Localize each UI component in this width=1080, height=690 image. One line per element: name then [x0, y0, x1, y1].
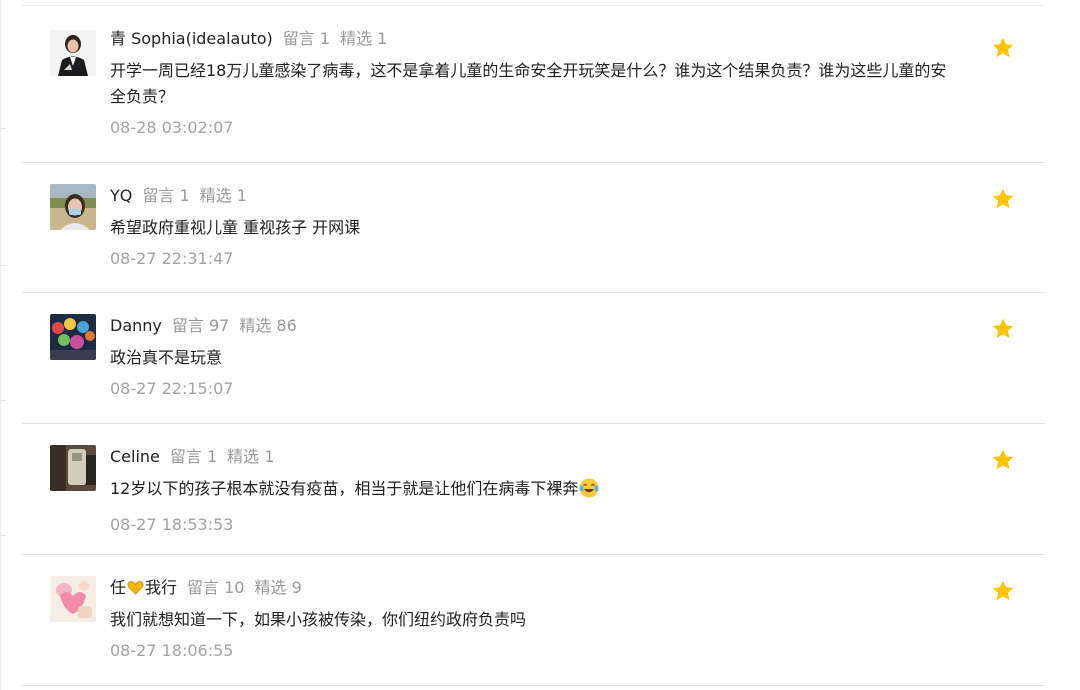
left-tick — [0, 265, 6, 266]
avatar[interactable] — [50, 576, 96, 622]
comment-item: YQ 留言 1 精选 1 希望政府重视儿童 重视孩子 开网课 08-27 22:31… — [22, 163, 1045, 292]
nickname[interactable]: 任我行 — [110, 578, 177, 597]
featured-count: 精选 1 — [227, 447, 275, 466]
comment-body: Celine 留言 1 精选 1 12岁以下的孩子根本就没有疫苗，相当于就是让他们在… — [110, 444, 955, 538]
comment-item: Danny 留言 97 精选 86 政治真不是玩意 08-27 22:15:07 — [22, 293, 1045, 423]
comment-meta: YQ 留言 1 精选 1 — [110, 183, 955, 209]
comment-body: Danny 留言 97 精选 86 政治真不是玩意 08-27 22:15:07 — [110, 313, 955, 402]
reply-count: 留言 1 — [142, 186, 190, 205]
reply-count: 留言 1 — [282, 29, 331, 48]
nickname-part: 任 — [110, 578, 127, 597]
nickname[interactable]: Danny — [110, 316, 162, 335]
comment-meta: Celine 留言 1 精选 1 — [110, 444, 955, 470]
featured-count: 精选 9 — [254, 578, 302, 597]
reply-count: 留言 10 — [187, 578, 245, 597]
comment-item: 任我行 留言 10 精选 9 我们就想知道一下，如果小孩被传染，你们纽约政府负责吗 … — [22, 555, 1045, 685]
comment-time: 08-27 22:15:07 — [110, 379, 234, 398]
comment-content: 我们就想知道一下，如果小孩被传染，你们纽约政府负责吗 — [110, 610, 527, 629]
featured-count: 精选 86 — [239, 316, 297, 335]
nickname[interactable]: 青 Sophia(idealauto) — [110, 29, 273, 48]
comments-page: 青 Sophia(idealauto) 留言 1 精选 1 开学一周已经18万儿童感… — [0, 0, 1080, 690]
reply-count: 留言 1 — [169, 447, 218, 466]
comment-body: 任我行 留言 10 精选 9 我们就想知道一下，如果小孩被传染，你们纽约政府负责吗 … — [110, 575, 955, 664]
avatar[interactable] — [50, 30, 96, 76]
comment-meta: 任我行 留言 10 精选 9 — [110, 575, 955, 601]
comment-time: 08-27 18:53:53 — [110, 515, 234, 534]
left-tick — [0, 128, 6, 129]
left-border — [0, 0, 1, 690]
left-tick — [0, 400, 6, 401]
comment-item: 青 Sophia(idealauto) 留言 1 精选 1 开学一周已经18万儿童感… — [22, 6, 1045, 162]
avatar[interactable] — [50, 445, 96, 491]
comment-text: 12岁以下的孩子根本就没有疫苗，相当于就是让他们在病毒下裸奔 — [110, 479, 579, 498]
star-icon[interactable] — [991, 187, 1015, 211]
comment-meta: 青 Sophia(idealauto) 留言 1 精选 1 — [110, 26, 955, 52]
divider — [22, 685, 1045, 686]
star-icon[interactable] — [991, 317, 1015, 341]
comment-content: 希望政府重视儿童 重视孩子 开网课 — [110, 218, 361, 237]
featured-count: 精选 1 — [199, 186, 247, 205]
comment-item: Celine 留言 1 精选 1 12岁以下的孩子根本就没有疫苗，相当于就是让他们在… — [22, 424, 1045, 554]
comment-time: 08-27 22:31:47 — [110, 249, 234, 268]
yellow-heart-icon — [127, 577, 144, 603]
comment-body: 青 Sophia(idealauto) 留言 1 精选 1 开学一周已经18万儿童感… — [110, 26, 955, 141]
star-icon[interactable] — [991, 579, 1015, 603]
comment-time: 08-28 03:02:07 — [110, 118, 234, 137]
nickname[interactable]: Celine — [110, 447, 160, 466]
nickname-part: 我行 — [145, 578, 178, 597]
star-icon[interactable] — [991, 448, 1015, 472]
comment-meta: Danny 留言 97 精选 86 — [110, 313, 955, 339]
reply-count: 留言 97 — [171, 316, 230, 335]
star-icon[interactable] — [991, 36, 1015, 60]
left-tick — [0, 535, 6, 536]
laughing-tears-emoji-icon — [578, 477, 600, 507]
comment-content: 12岁以下的孩子根本就没有疫苗，相当于就是让他们在病毒下裸奔 — [110, 476, 955, 507]
comment-content: 政治真不是玩意 — [110, 348, 223, 367]
featured-count: 精选 1 — [340, 29, 388, 48]
avatar[interactable] — [50, 314, 96, 360]
comment-content: 开学一周已经18万儿童感染了病毒，这不是拿着儿童的生命安全开玩笑是什么？谁为这个… — [110, 61, 947, 106]
avatar[interactable] — [50, 184, 96, 230]
comment-body: YQ 留言 1 精选 1 希望政府重视儿童 重视孩子 开网课 08-27 22:31… — [110, 183, 955, 272]
comment-time: 08-27 18:06:55 — [110, 641, 234, 660]
nickname[interactable]: YQ — [110, 186, 132, 205]
